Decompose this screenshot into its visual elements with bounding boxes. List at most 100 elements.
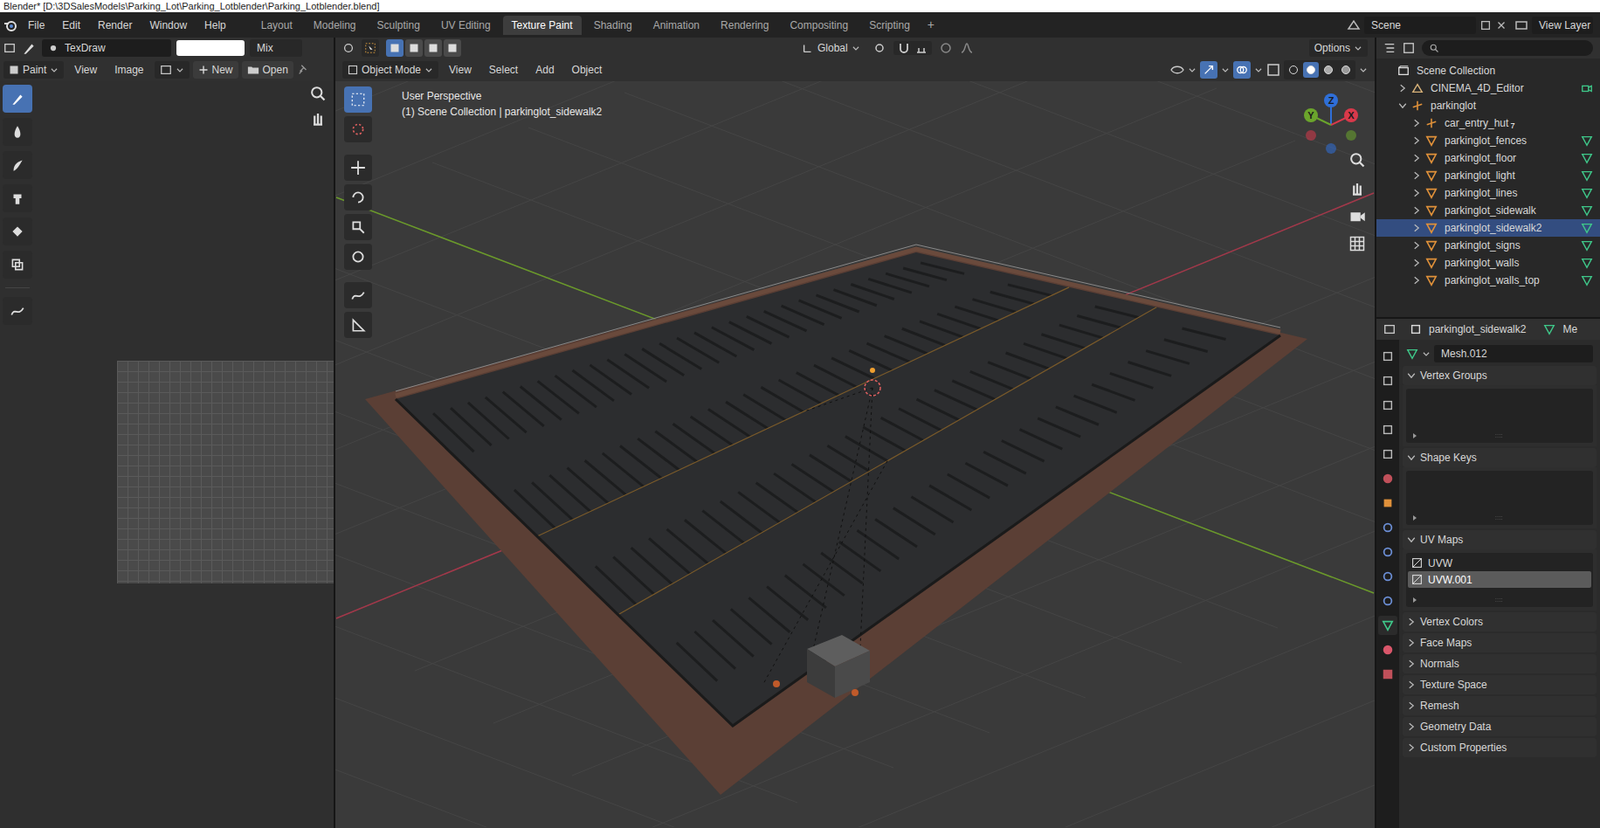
menu-item[interactable]: Edit <box>55 16 88 35</box>
object-origin[interactable] <box>864 379 881 396</box>
properties-tab[interactable] <box>1378 420 1398 440</box>
collapsed-icon[interactable] <box>1411 275 1422 286</box>
properties-tab[interactable] <box>1378 395 1398 415</box>
close-icon[interactable] <box>1495 19 1508 32</box>
brush-field[interactable]: TexDraw <box>41 39 172 57</box>
view-layer-icon[interactable] <box>1514 18 1529 33</box>
parking-lot-scene[interactable] <box>335 81 1375 828</box>
collapsed-icon[interactable] <box>1406 700 1417 711</box>
list-item[interactable]: UVW.001 <box>1407 571 1592 588</box>
expanded-icon[interactable] <box>1397 100 1408 111</box>
menu-item[interactable]: Image <box>107 61 151 79</box>
mesh-data-icon[interactable] <box>1543 323 1556 336</box>
snap-icon[interactable] <box>896 41 911 56</box>
shading-mode-button[interactable] <box>1303 62 1319 78</box>
expanded-icon[interactable] <box>1406 534 1417 545</box>
outliner-search[interactable] <box>1421 40 1594 56</box>
pivot-icon[interactable] <box>872 41 887 56</box>
list-item[interactable]: UVW <box>1407 554 1592 572</box>
camera-icon[interactable] <box>1348 206 1366 225</box>
dropdown-arrow-icon[interactable] <box>49 65 59 75</box>
grid-icon[interactable] <box>1348 234 1366 253</box>
outliner-item[interactable]: parkinglot_light <box>1376 166 1600 185</box>
dropdown-arrow-icon[interactable] <box>1254 65 1263 75</box>
xray-icon[interactable] <box>1266 62 1281 77</box>
expand-list-icon[interactable] <box>1411 432 1419 440</box>
sidewalk[interactable] <box>365 247 1308 795</box>
tool-button[interactable] <box>2 217 33 246</box>
zoom-icon[interactable] <box>1348 151 1366 169</box>
tool-button[interactable] <box>344 243 373 270</box>
expand-list-icon[interactable] <box>1411 596 1419 604</box>
outliner-item[interactable]: Scene Collection <box>1376 62 1600 80</box>
editor-type-icon[interactable] <box>3 41 16 55</box>
properties-tab[interactable] <box>1378 346 1398 366</box>
panel-header[interactable]: Face Maps <box>1402 633 1597 653</box>
dropdown-arrow-icon[interactable] <box>175 65 185 75</box>
outliner-item[interactable]: parkinglot_lines <box>1376 184 1600 202</box>
menu-item[interactable]: View <box>441 61 479 79</box>
expanded-icon[interactable] <box>1406 370 1417 381</box>
mode-dropdown[interactable]: Paint <box>3 61 64 79</box>
dropdown-arrow-icon[interactable] <box>424 65 434 75</box>
outliner-item[interactable]: car_entry_hut7 <box>1376 114 1600 132</box>
properties-tab[interactable] <box>1378 493 1398 513</box>
tool-button[interactable] <box>2 296 33 325</box>
scene-icon[interactable] <box>1346 18 1361 33</box>
copy-icon[interactable] <box>1479 19 1492 32</box>
selection-mode-button[interactable] <box>424 39 442 57</box>
properties-tab[interactable] <box>1378 615 1398 635</box>
blend-mode-field[interactable]: Mix <box>249 39 303 57</box>
panel-header[interactable]: Shape Keys <box>1402 448 1597 468</box>
resize-grip-icon[interactable] <box>1494 594 1505 606</box>
mode-dropdown[interactable]: Object Mode <box>342 61 439 79</box>
collapsed-icon[interactable] <box>1406 721 1417 732</box>
workspace-tab[interactable]: Scripting <box>860 15 919 35</box>
brush-icon[interactable] <box>20 40 37 56</box>
tool-button[interactable] <box>344 116 373 143</box>
workspace-tab[interactable]: Shading <box>585 15 642 35</box>
outliner-item[interactable]: parkinglot_fences <box>1376 131 1600 150</box>
menu-item[interactable]: Add <box>528 61 561 79</box>
collapsed-icon[interactable] <box>1411 152 1422 164</box>
select-tool-button[interactable] <box>361 39 380 57</box>
dropdown-arrow-icon[interactable] <box>1220 65 1230 75</box>
open-image-button[interactable]: Open <box>241 61 294 79</box>
collapsed-icon[interactable] <box>1411 222 1422 234</box>
hand-icon[interactable] <box>309 109 327 127</box>
tool-button[interactable] <box>2 117 33 146</box>
expand-list-icon[interactable] <box>1411 514 1419 522</box>
menu-item[interactable]: Object <box>565 61 610 79</box>
tool-button[interactable] <box>344 311 373 338</box>
entry-hut[interactable] <box>772 634 870 698</box>
collapsed-icon[interactable] <box>1411 240 1422 251</box>
shading-mode-button[interactable] <box>1320 62 1337 78</box>
collapsed-icon[interactable] <box>1406 616 1417 628</box>
panel-header[interactable]: Geometry Data <box>1402 717 1597 737</box>
new-image-button[interactable]: New <box>193 61 239 79</box>
selection-mode-button[interactable] <box>405 39 423 57</box>
proportional-edit-icon[interactable] <box>938 41 953 56</box>
editor-type-icon[interactable] <box>1383 323 1396 336</box>
panel-header[interactable]: Vertex Colors <box>1402 612 1597 632</box>
dropdown-arrow-icon[interactable] <box>1421 349 1431 359</box>
properties-tab[interactable] <box>1378 664 1398 684</box>
menu-item[interactable]: Render <box>90 16 139 35</box>
tool-button[interactable] <box>344 86 373 113</box>
workspace-tab[interactable]: Sculpting <box>368 15 429 35</box>
collapsed-icon[interactable] <box>1406 658 1417 669</box>
collapsed-icon[interactable] <box>1406 679 1417 690</box>
selection-mode-button[interactable] <box>386 39 404 57</box>
collapsed-icon[interactable] <box>1411 135 1422 146</box>
visibility-icon[interactable] <box>1170 62 1185 77</box>
object-icon[interactable] <box>1409 323 1422 336</box>
resize-grip-icon[interactable] <box>1494 430 1505 442</box>
outliner-item[interactable]: parkinglot_sidewalk <box>1376 201 1600 220</box>
tool-button[interactable] <box>344 282 373 309</box>
outliner-item[interactable]: parkinglot_sidewalk2 <box>1376 219 1600 237</box>
collapsed-icon[interactable] <box>1406 742 1417 753</box>
snap-target-icon[interactable] <box>914 41 929 56</box>
orientation-dropdown[interactable]: Global <box>796 39 866 57</box>
properties-tab[interactable] <box>1378 640 1398 660</box>
viewport-canvas[interactable]: User Perspective(1) Scene Collection | p… <box>335 81 1375 828</box>
